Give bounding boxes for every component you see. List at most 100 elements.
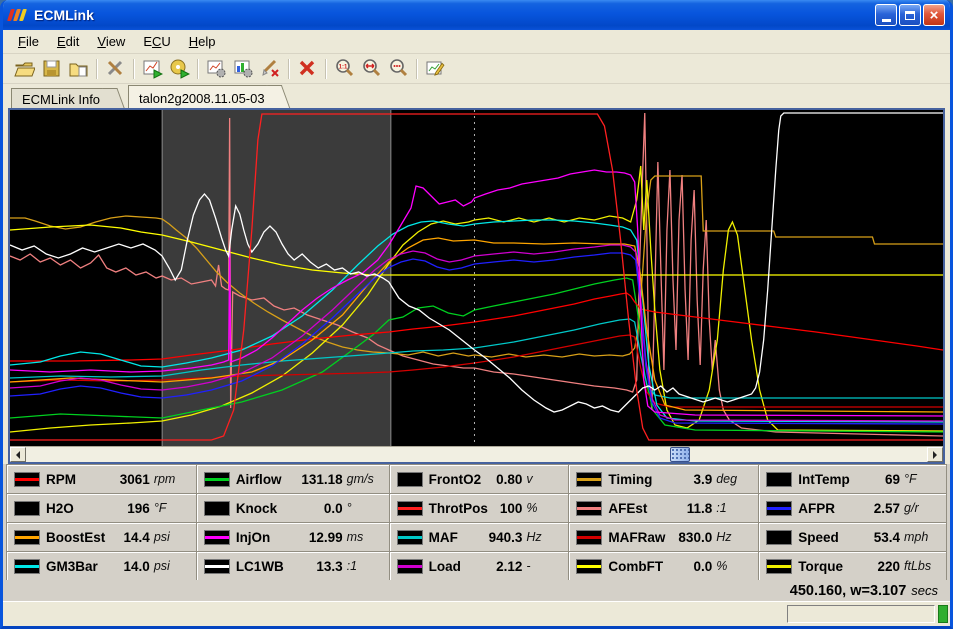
tools-icon: [105, 58, 126, 79]
legend-cell-throtpos[interactable]: ThrotPos100%: [390, 493, 569, 522]
legend-cell-injon[interactable]: InjOn12.99ms: [197, 522, 389, 551]
legend-cell-mafraw[interactable]: MAFRaw830.0Hz: [569, 522, 758, 551]
legend-cell-speed[interactable]: Speed53.4mph: [759, 522, 946, 551]
legend-cell-maf[interactable]: MAF940.3Hz: [390, 522, 569, 551]
edit-chart-button[interactable]: [422, 56, 449, 81]
param-unit: %: [716, 559, 753, 573]
param-value: 12.99: [309, 530, 343, 545]
param-name: Load: [429, 559, 496, 574]
tab-ecmlink-info[interactable]: ECMLink Info: [11, 88, 114, 108]
trace-color-swatch: [576, 472, 602, 487]
close-button[interactable]: ×: [923, 4, 945, 26]
arrow-right-icon: [933, 451, 941, 459]
trace-load: [10, 245, 943, 421]
legend-cell-torque[interactable]: Torque220ftLbs: [759, 551, 946, 580]
trace-color-swatch: [576, 559, 602, 574]
scrollbar-left-button[interactable]: [10, 447, 26, 462]
open-log-button[interactable]: [11, 56, 38, 81]
display-settings-button[interactable]: [230, 56, 257, 81]
param-value: 11.8: [687, 501, 713, 516]
open-recent-button[interactable]: [65, 56, 92, 81]
trace-color-swatch: [204, 501, 230, 516]
chart-gear-icon: [206, 58, 227, 79]
zoom-custom-button[interactable]: [385, 56, 412, 81]
chart-gear-color-icon: [233, 58, 254, 79]
app-icon: [9, 7, 29, 23]
tools-button[interactable]: [102, 56, 129, 81]
zoom-extents-button[interactable]: [358, 56, 385, 81]
menu-file[interactable]: File: [9, 31, 48, 52]
param-name: AFPR: [798, 501, 874, 516]
param-unit: mph: [904, 530, 941, 544]
legend-cell-airflow[interactable]: Airflow131.18gm/s: [197, 464, 389, 493]
red-x-icon: [297, 58, 318, 79]
param-value: 69: [885, 472, 900, 487]
param-value: 0.0: [693, 559, 712, 574]
ecmlink-window: ECMLink × FileEditViewECUHelp 1:1 ECMLin…: [0, 0, 953, 629]
delete-button[interactable]: [294, 56, 321, 81]
cursor-readout-unit: secs: [911, 583, 938, 598]
save-icon: [41, 58, 62, 79]
trace-color-swatch: [766, 472, 792, 487]
save-log-button[interactable]: [38, 56, 65, 81]
tab-strip: ECMLink Info talon2g2008.11.05-03: [3, 84, 950, 108]
param-unit: gm/s: [347, 472, 384, 486]
log-settings-button[interactable]: [203, 56, 230, 81]
param-value: 220: [877, 559, 900, 574]
log-plot[interactable]: [10, 110, 943, 446]
param-name: CombFT: [608, 559, 693, 574]
param-value: 0.80: [496, 472, 522, 487]
param-value: 3061: [120, 472, 150, 487]
legend-cell-gm3bar[interactable]: GM3Bar14.0psi: [7, 551, 196, 580]
toolbar-separator: [288, 59, 290, 79]
legend-cell-timing[interactable]: Timing3.9deg: [569, 464, 758, 493]
legend-cell-afpr[interactable]: AFPR2.57g/r: [759, 493, 946, 522]
trace-color-swatch: [14, 472, 40, 487]
menu-view[interactable]: View: [88, 31, 134, 52]
param-unit: :1: [716, 501, 753, 515]
legend-cell-fronto2[interactable]: FrontO20.80v: [390, 464, 569, 493]
trace-color-swatch: [14, 530, 40, 545]
clear-markers-button[interactable]: [257, 56, 284, 81]
legend-cell-h2o[interactable]: H2O196°F: [7, 493, 196, 522]
param-name: Timing: [608, 472, 693, 487]
menu-ecu[interactable]: ECU: [134, 31, 179, 52]
horizontal-scrollbar[interactable]: [10, 446, 943, 462]
trace-color-swatch: [576, 501, 602, 516]
param-unit: :1: [347, 559, 384, 573]
scrollbar-right-button[interactable]: [927, 447, 943, 462]
legend-cell-boostest[interactable]: BoostEst14.4psi: [7, 522, 196, 551]
minimize-button[interactable]: [875, 4, 897, 26]
tab-talon2g2008-11-05-03[interactable]: talon2g2008.11.05-03: [128, 85, 279, 108]
legend-cell-lc1wb[interactable]: LC1WB13.3:1: [197, 551, 389, 580]
scrollbar-thumb[interactable]: [670, 447, 690, 462]
menu-edit[interactable]: Edit: [48, 31, 88, 52]
legend-cell-rpm[interactable]: RPM3061rpm: [7, 464, 196, 493]
chart-edit-icon: [425, 58, 446, 79]
param-unit: psi: [154, 559, 191, 573]
legend-cell-load[interactable]: Load2.12-: [390, 551, 569, 580]
toolbar-separator: [325, 59, 327, 79]
scrollbar-track[interactable]: [26, 447, 927, 462]
param-value: 14.0: [124, 559, 150, 574]
param-unit: Hz: [526, 530, 563, 544]
param-name: IntTemp: [798, 472, 885, 487]
menu-help[interactable]: Help: [180, 31, 225, 52]
zoom-one-to-one-button[interactable]: 1:1: [331, 56, 358, 81]
param-value: 830.0: [678, 530, 712, 545]
trace-color-swatch: [204, 472, 230, 487]
read-ecu-button[interactable]: [166, 56, 193, 81]
legend-cell-inttemp[interactable]: IntTemp69 °F: [759, 464, 946, 493]
toolbar-separator: [197, 59, 199, 79]
selection-band: [162, 110, 391, 446]
maximize-button[interactable]: [899, 4, 921, 26]
chart-run-icon: [142, 58, 163, 79]
legend-cell-knock[interactable]: Knock0.0°: [197, 493, 389, 522]
legend-cell-combft[interactable]: CombFT0.0%: [569, 551, 758, 580]
legend-column: Timing3.9degAFEst11.8:1MAFRaw830.0HzComb…: [568, 464, 758, 580]
param-unit: °F: [904, 472, 941, 486]
param-value: 100: [500, 501, 523, 516]
capture-log-button[interactable]: [139, 56, 166, 81]
legend-cell-afest[interactable]: AFEst11.8:1: [569, 493, 758, 522]
title-bar[interactable]: ECMLink ×: [3, 0, 950, 30]
